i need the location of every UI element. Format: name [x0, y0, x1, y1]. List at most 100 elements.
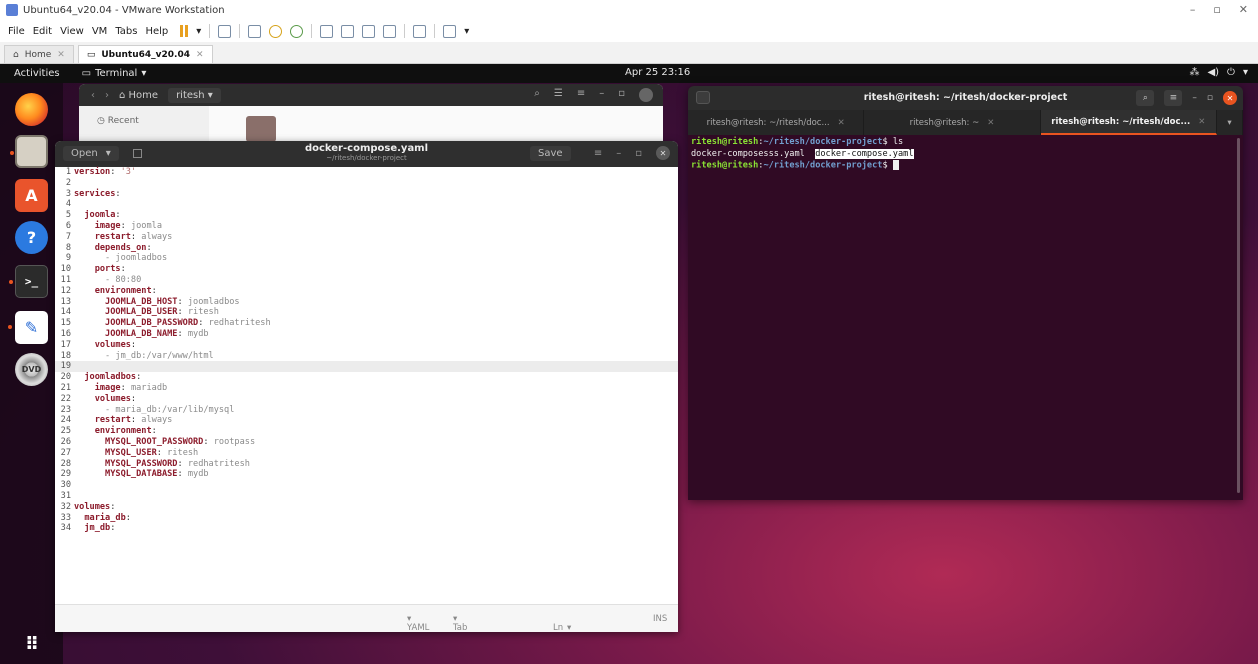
close-tab-icon[interactable]: ✕: [57, 50, 65, 60]
terminal-tab-active[interactable]: ritesh@ritesh: ~/ritesh/doc... ✕: [1040, 110, 1217, 135]
close-tab-icon[interactable]: ✕: [1198, 117, 1205, 127]
files-icon[interactable]: [10, 135, 48, 168]
revert-snapshot-icon[interactable]: [269, 24, 283, 38]
activities-button[interactable]: Activities: [14, 68, 60, 79]
ls-output-file: docker-composesss.yaml: [691, 148, 805, 159]
send-ctrl-alt-del-icon[interactable]: [218, 24, 232, 38]
close-tab-icon[interactable]: ✕: [838, 118, 845, 128]
minimize-icon[interactable]: –: [1190, 3, 1196, 16]
code-line: 15 JOOMLA_DB_PASSWORD: redhatritesh: [55, 318, 678, 329]
snapshot-icon[interactable]: [248, 24, 262, 38]
line-number: 21: [60, 382, 71, 393]
code-line: 11 - 80:80: [55, 275, 678, 286]
text-editor-icon[interactable]: ✎: [8, 311, 48, 344]
code-line: 3 services:: [55, 189, 678, 200]
terminal-output[interactable]: ritesh@ritesh:~/ritesh/docker-project$ l…: [688, 135, 1243, 174]
tab-width-selector[interactable]: Tab Width: 8 ▾: [453, 614, 467, 632]
terminal-scrollbar[interactable]: [1237, 138, 1240, 493]
menu-vm[interactable]: VM: [92, 26, 107, 37]
code-line: 18 - jm_db:/var/www/html: [55, 351, 678, 362]
terminal-icon[interactable]: >_: [9, 265, 48, 298]
firefox-icon[interactable]: [15, 93, 48, 126]
chevron-down-icon[interactable]: ▾: [196, 26, 201, 37]
system-tray[interactable]: ⁂ ◀) ⏻ ▾: [1189, 67, 1248, 78]
breadcrumb[interactable]: ritesh ▾: [168, 87, 221, 103]
tab-list-menu[interactable]: ▾: [1217, 110, 1243, 135]
minimize-icon[interactable]: –: [616, 148, 621, 159]
show-applications-icon[interactable]: ⠿: [15, 628, 48, 661]
snapshot-manager-icon[interactable]: [290, 24, 304, 38]
line-number: 17: [60, 339, 71, 350]
back-icon[interactable]: ‹: [91, 90, 95, 101]
language-selector[interactable]: YAML ▾: [407, 614, 429, 632]
yaml-key: MYSQL_ROOT_PASSWORD: [105, 436, 204, 447]
thumbnail-bar-icon[interactable]: [341, 24, 355, 38]
forward-icon[interactable]: ›: [105, 90, 109, 101]
clock[interactable]: Apr 25 23:16: [625, 67, 690, 78]
pause-icon[interactable]: [180, 25, 189, 37]
sidebar-item-label: Recent: [107, 116, 139, 126]
line-number: 30: [60, 480, 71, 491]
stretch-guest-icon[interactable]: [443, 24, 457, 38]
chevron-down-icon[interactable]: ▾: [464, 26, 469, 37]
terminal-window: ritesh@ritesh: ~/ritesh/docker-project ⌕…: [688, 86, 1243, 500]
yaml-value: ritesh: [167, 447, 199, 458]
close-icon[interactable]: ✕: [1239, 3, 1248, 16]
tab-ubuntu64[interactable]: ▭ Ubuntu64_v20.04 ✕: [77, 45, 213, 63]
close-icon[interactable]: ✕: [656, 146, 670, 160]
files-navigation[interactable]: ‹ ›: [91, 90, 109, 101]
menu-tabs[interactable]: Tabs: [115, 26, 137, 37]
menu-icon[interactable]: ≡: [594, 148, 602, 159]
menu-edit[interactable]: Edit: [33, 26, 52, 37]
close-icon[interactable]: ✕: [1223, 91, 1237, 105]
menu-view[interactable]: View: [60, 26, 84, 37]
home-breadcrumb[interactable]: ⌂ Home: [119, 90, 158, 101]
line-number: 5: [65, 210, 71, 221]
code-line: 9 - joomladbos: [55, 253, 678, 264]
search-icon[interactable]: ⌕: [534, 88, 540, 102]
close-icon[interactable]: [639, 88, 653, 102]
list-view-icon[interactable]: ☰: [554, 88, 563, 102]
terminal-tab[interactable]: ritesh@ritesh: ~/ritesh/doc... ✕: [688, 110, 865, 135]
maximize-icon[interactable]: ▫: [618, 88, 625, 102]
tab-home[interactable]: ⌂ Home ✕: [4, 45, 74, 63]
save-button[interactable]: Save: [530, 146, 571, 161]
app-menu[interactable]: ▭ Terminal ▾: [82, 68, 147, 79]
library-icon[interactable]: [320, 24, 334, 38]
maximize-icon[interactable]: ▫: [635, 148, 642, 159]
menu-file[interactable]: File: [8, 26, 25, 37]
help-icon[interactable]: ?: [15, 221, 48, 254]
sidebar-item-recent[interactable]: ◷ Recent: [97, 116, 139, 126]
line-number: 14: [60, 307, 71, 318]
code-editor[interactable]: 1 version: '3' 2 3 services: 4 5 joomla: 6 imag…: [55, 167, 678, 604]
search-icon[interactable]: ⌕: [1136, 90, 1155, 106]
line-number: 19: [60, 361, 71, 372]
console-view-icon[interactable]: [413, 24, 427, 38]
yaml-key: JOOMLA_DB_USER: [105, 307, 178, 318]
insert-mode[interactable]: INS: [653, 614, 667, 624]
maximize-icon[interactable]: ▫: [1207, 93, 1213, 103]
folder-icon[interactable]: [246, 116, 276, 142]
dvd-icon[interactable]: DVD: [15, 353, 48, 386]
toolbar-divider: [209, 24, 211, 38]
unity-icon[interactable]: [383, 24, 397, 38]
line-number: 26: [60, 436, 71, 447]
menu-icon[interactable]: ≡: [1164, 90, 1183, 106]
yaml-value: always: [141, 231, 173, 242]
close-tab-icon[interactable]: ✕: [196, 50, 204, 60]
menu-help[interactable]: Help: [145, 26, 168, 37]
maximize-icon[interactable]: ▫: [1213, 3, 1220, 16]
minimize-icon[interactable]: –: [1192, 93, 1197, 103]
terminal-tab[interactable]: ritesh@ritesh: ~ ✕: [864, 110, 1041, 135]
yaml-key: volumes: [94, 339, 131, 350]
full-screen-icon[interactable]: [362, 24, 376, 38]
yaml-key: JOOMLA_DB_NAME: [105, 328, 178, 339]
document-path: ~/ritesh/docker-project: [326, 154, 407, 162]
minimize-icon[interactable]: –: [599, 88, 604, 102]
yaml-value: - jm_db:/var/www/html: [105, 350, 214, 361]
editor-window-controls: ≡ – ▫ ✕: [594, 146, 670, 160]
close-tab-icon[interactable]: ✕: [987, 118, 994, 128]
menu-icon[interactable]: ≡: [577, 88, 585, 102]
software-store-icon[interactable]: A: [15, 179, 48, 212]
